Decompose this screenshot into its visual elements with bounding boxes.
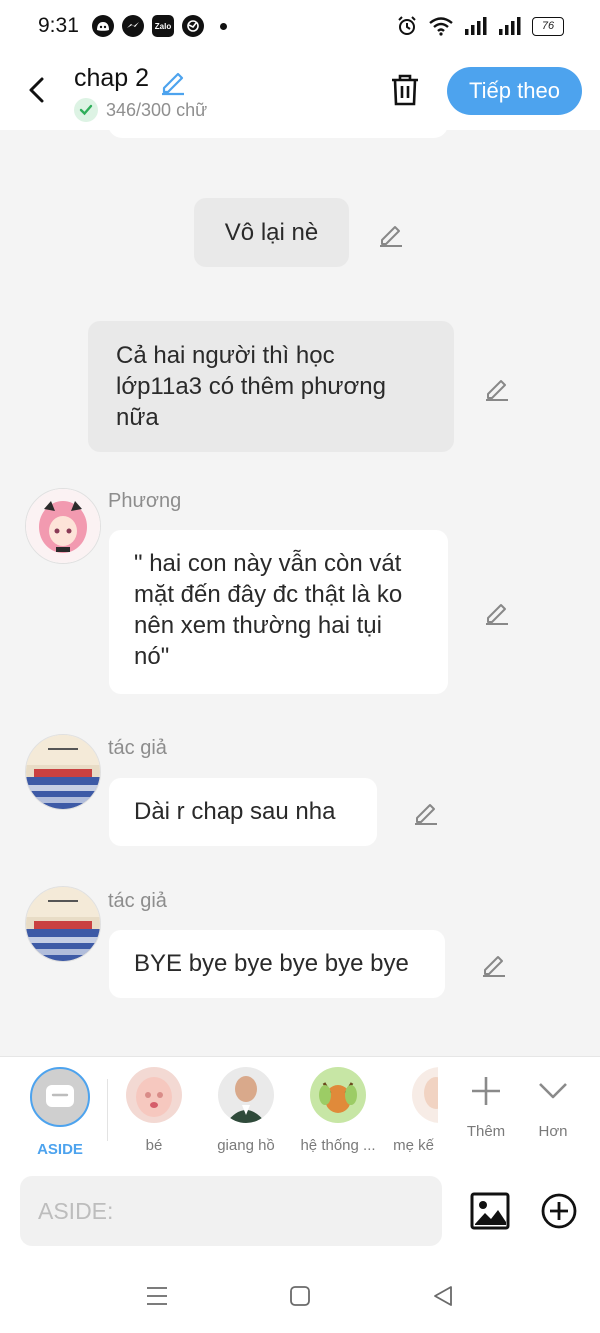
signal-icon [465, 17, 487, 35]
speaker-name: tác giả [108, 890, 167, 912]
word-count: 346/300 chữ [74, 98, 207, 122]
narration-bubble[interactable]: Vô lại nè [194, 198, 349, 267]
plus-icon [472, 1077, 500, 1105]
narration-bubble[interactable]: Cả hai người thì học lớp11a3 có thêm phư… [88, 321, 454, 452]
character-be[interactable]: bé [110, 1067, 198, 1154]
home-icon[interactable] [288, 1284, 312, 1308]
previous-bubble-edge [108, 130, 448, 138]
speaker-name: Phương [108, 490, 182, 512]
character-label: hệ thống ... [300, 1137, 376, 1154]
edit-pencil-icon[interactable] [480, 950, 508, 978]
wifi-icon [429, 17, 453, 36]
character-label: ASIDE [37, 1141, 83, 1158]
character-label: giang hồ [217, 1137, 275, 1154]
add-character-button[interactable]: Thêm [456, 1073, 516, 1140]
character-aside[interactable]: ASIDE [16, 1067, 104, 1158]
avatar-tac-gia[interactable] [25, 734, 101, 810]
character-avatar [310, 1067, 366, 1123]
back-arrow-icon[interactable] [22, 72, 52, 108]
status-time: 9:31 [38, 14, 79, 37]
edit-pencil-icon[interactable] [412, 798, 440, 826]
character-avatar [412, 1067, 438, 1123]
chevron-down-icon [539, 1083, 567, 1099]
character-giang-ho[interactable]: giang hồ [202, 1067, 290, 1154]
character-he-thong[interactable]: hệ thống ... [294, 1067, 382, 1154]
avatar-phuong[interactable] [25, 488, 101, 564]
notification-icons: Zalo [92, 15, 227, 37]
zalo-icon: Zalo [152, 15, 174, 37]
character-avatar [218, 1067, 274, 1123]
battery-icon: 76 [532, 16, 564, 36]
system-navigation-bar [0, 1260, 600, 1333]
character-label: bé [145, 1137, 163, 1154]
messenger-icon [122, 15, 144, 37]
composer [0, 1164, 600, 1260]
avatar-tac-gia[interactable] [25, 886, 101, 962]
trash-icon[interactable] [388, 72, 422, 108]
chapter-title[interactable]: chap 2 [74, 64, 149, 93]
edit-pencil-icon[interactable] [483, 374, 511, 402]
character-bubble[interactable]: BYE bye bye bye bye bye [109, 930, 445, 998]
editor-header: chap 2 346/300 chữ Tiếp theo [0, 54, 600, 130]
aside-avatar [30, 1067, 90, 1127]
word-count-text: 346/300 chữ [106, 99, 208, 120]
system-icons: 76 [396, 15, 564, 37]
divider [107, 1079, 108, 1141]
character-selector: ASIDE bé giang hồ hệ thống ... mẹ kế Thê… [0, 1056, 600, 1165]
expand-label: Hơn [538, 1123, 568, 1140]
status-bar: 9:31 Zalo 76 [0, 0, 600, 54]
next-button[interactable]: Tiếp theo [447, 67, 582, 115]
edit-pencil-icon[interactable] [377, 220, 405, 248]
image-icon[interactable] [470, 1192, 510, 1230]
message-input[interactable] [20, 1176, 442, 1246]
expand-characters-button[interactable]: Hơn [523, 1073, 583, 1140]
character-bubble[interactable]: " hai con này vẫn còn vát mặt đến đây đc… [109, 530, 448, 694]
discord-icon [92, 15, 114, 37]
character-label: mẹ kế [393, 1137, 434, 1154]
speaker-name: tác giả [108, 737, 167, 759]
menu-icon[interactable] [145, 1284, 169, 1308]
check-icon [74, 98, 98, 122]
add-circle-icon[interactable] [540, 1192, 578, 1230]
back-triangle-icon[interactable] [431, 1284, 455, 1308]
edit-title-pencil-icon[interactable] [158, 66, 188, 96]
character-bubble[interactable]: Dài r chap sau nha [109, 778, 377, 846]
character-me-ke[interactable]: mẹ kế [386, 1067, 438, 1154]
add-label: Thêm [466, 1123, 506, 1140]
globe-app-icon [182, 15, 204, 37]
alarm-icon [398, 16, 416, 35]
character-avatar [126, 1067, 182, 1123]
signal-icon-2 [499, 17, 521, 35]
chat-content[interactable]: Vô lại nè Cả hai người thì học lớp11a3 c… [0, 130, 600, 1056]
more-notifications-dot [220, 22, 227, 30]
edit-pencil-icon[interactable] [483, 598, 511, 626]
